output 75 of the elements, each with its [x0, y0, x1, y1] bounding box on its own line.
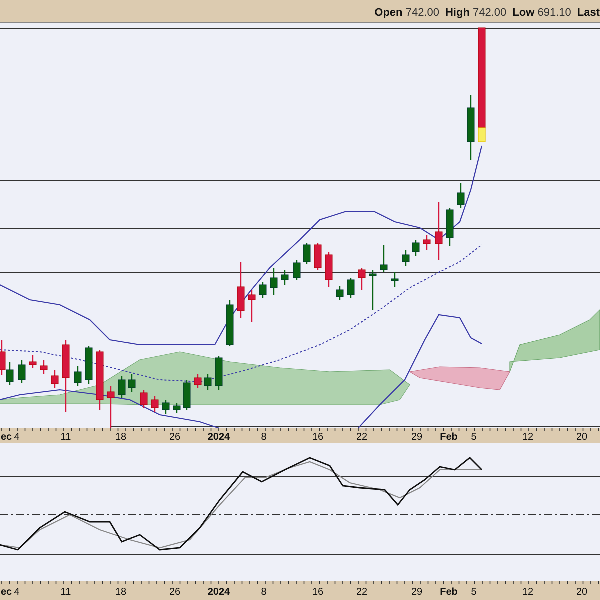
axis-label: 20 — [576, 432, 588, 443]
axis-label: 4 — [14, 587, 20, 598]
candlestick — [336, 286, 344, 300]
axis-label: 12 — [522, 432, 534, 443]
candlestick — [226, 300, 234, 346]
price-field: Open 742.00 — [374, 7, 440, 19]
candlestick — [74, 366, 82, 386]
axis-label: 12 — [522, 587, 534, 598]
axis-label: 11 — [60, 432, 72, 443]
axis-label: 11 — [60, 587, 72, 598]
candlestick — [118, 376, 126, 398]
candlestick — [391, 272, 399, 287]
axis-label: 26 — [169, 587, 181, 598]
highlight-marker — [478, 128, 486, 142]
candlestick — [183, 380, 191, 410]
candlestick — [369, 270, 377, 310]
candlestick — [96, 350, 104, 410]
axis-label: 4 — [14, 432, 20, 443]
axis-label: 20 — [576, 587, 588, 598]
axis-label: 29 — [411, 587, 423, 598]
candlestick — [85, 346, 93, 384]
candlestick — [457, 183, 465, 208]
candlestick — [173, 403, 181, 413]
candlestick — [18, 360, 26, 383]
axis-label: ec — [1, 432, 12, 443]
candlestick — [162, 400, 170, 414]
axis-label: 18 — [115, 587, 127, 598]
price-field: High 742.00 — [445, 7, 507, 19]
axis-label: 8 — [261, 432, 267, 443]
axis-label: Feb — [440, 432, 458, 443]
axis-label: 16 — [312, 587, 324, 598]
candlestick — [51, 370, 59, 388]
candlestick — [402, 250, 410, 266]
candlestick — [270, 268, 278, 295]
candlestick — [446, 208, 454, 246]
candlestick — [29, 355, 37, 368]
candlestick — [248, 290, 256, 322]
candlestick — [204, 374, 212, 390]
candlestick — [215, 356, 223, 390]
price-field: Last — [577, 7, 600, 19]
axis-label: ec — [1, 587, 12, 598]
candlestick — [358, 268, 366, 290]
candlestick — [237, 262, 245, 318]
candlestick — [380, 245, 388, 272]
candlestick — [325, 252, 333, 287]
candlestick — [303, 243, 311, 264]
axis-label: 22 — [356, 587, 368, 598]
axis-label: 8 — [261, 587, 267, 598]
axis-label: 5 — [471, 432, 477, 443]
axis-label: 26 — [169, 432, 181, 443]
axis-label: Feb — [440, 587, 458, 598]
axis-label: 2024 — [208, 432, 230, 443]
candlestick — [423, 235, 431, 250]
candlestick — [314, 243, 322, 270]
candlestick — [259, 282, 267, 298]
candlestick — [293, 260, 301, 280]
candlestick — [151, 396, 159, 412]
axis-label: 22 — [356, 432, 368, 443]
candlestick — [62, 340, 70, 412]
candlestick — [107, 386, 115, 428]
axis-label: 5 — [471, 587, 477, 598]
candlestick — [40, 360, 48, 374]
candlestick — [435, 202, 443, 260]
candlestick — [140, 390, 148, 408]
axis-label: 2024 — [208, 587, 230, 598]
axis-label: 16 — [312, 432, 324, 443]
axis-label: 18 — [115, 432, 127, 443]
candlestick — [128, 374, 136, 392]
candlestick — [194, 374, 202, 388]
candlestick — [412, 240, 420, 256]
candlestick — [467, 95, 475, 160]
candlestick — [347, 278, 355, 298]
price-field: Low 691.10 — [512, 7, 572, 19]
candlestick — [281, 270, 289, 285]
axis-label: 29 — [411, 432, 423, 443]
